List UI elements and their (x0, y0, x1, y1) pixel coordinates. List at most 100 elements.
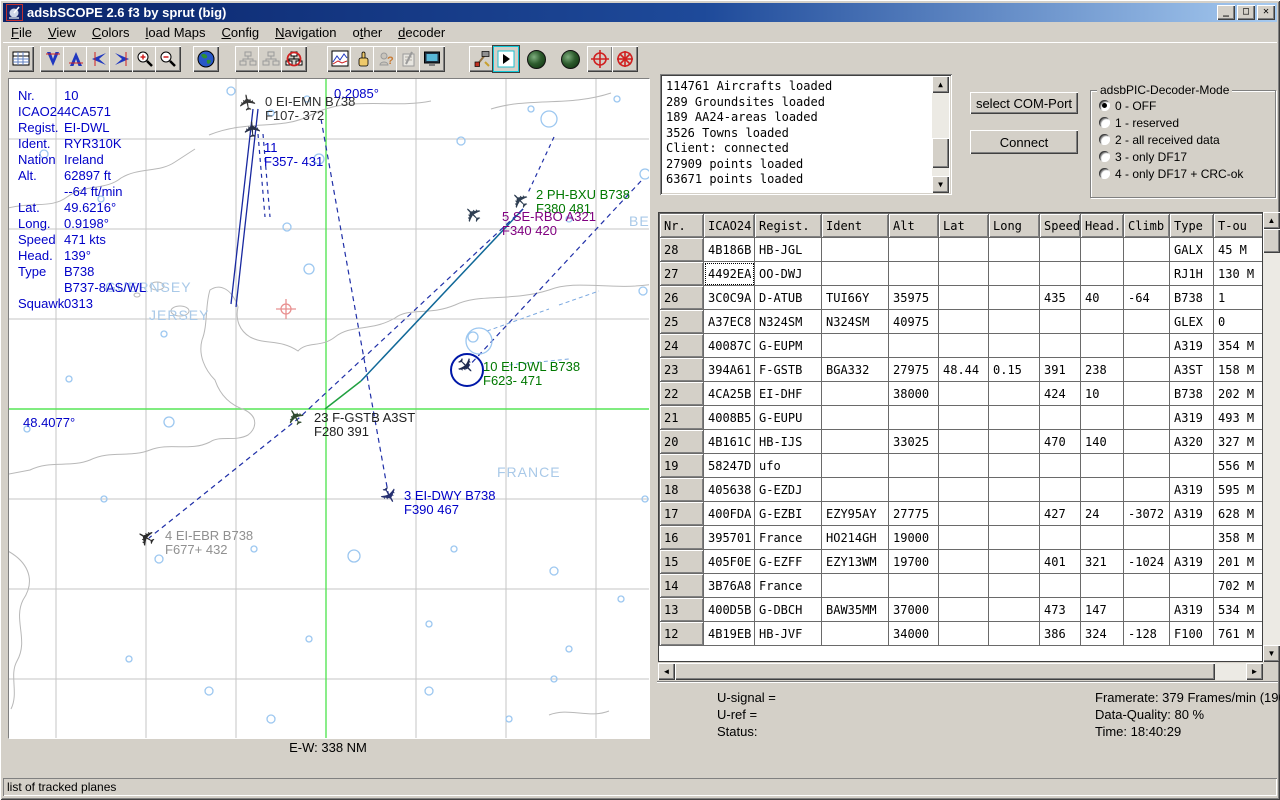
radio-button-icon[interactable] (1099, 100, 1110, 111)
cell[interactable]: 394A61 (704, 358, 755, 382)
cell[interactable]: 40087C (704, 334, 755, 358)
cell[interactable]: 427 (1040, 502, 1081, 526)
table-row[interactable]: 214008B5G-EUPUA319493 M (660, 406, 1264, 430)
cell[interactable]: 595 M (1214, 478, 1264, 502)
log-scroll-up-icon[interactable]: ▲ (932, 76, 949, 93)
cell[interactable]: 0 (1214, 310, 1264, 334)
close-button[interactable]: ✕ (1257, 5, 1275, 20)
monitor-icon[interactable] (419, 46, 445, 72)
cell[interactable] (1124, 334, 1170, 358)
cell[interactable]: 702 M (1214, 574, 1264, 598)
cell[interactable]: 324 (1081, 622, 1124, 646)
column-header[interactable]: Lat (939, 214, 989, 238)
cell[interactable] (1124, 598, 1170, 622)
cell[interactable]: -128 (1124, 622, 1170, 646)
cell[interactable] (1124, 382, 1170, 406)
radio-button-icon[interactable] (1099, 151, 1110, 162)
cell[interactable] (1040, 574, 1081, 598)
cell[interactable] (889, 406, 939, 430)
row-number-cell[interactable]: 12 (660, 622, 704, 646)
cell[interactable] (822, 334, 889, 358)
cell[interactable] (1040, 310, 1081, 334)
cell[interactable] (939, 622, 989, 646)
cell[interactable]: 3B76A8 (704, 574, 755, 598)
cell[interactable]: A319 (1170, 478, 1214, 502)
table-row[interactable]: 2440087CG-EUPMA319354 M (660, 334, 1264, 358)
cell[interactable] (939, 502, 989, 526)
cell[interactable] (989, 478, 1040, 502)
cell[interactable]: OO-DWJ (755, 262, 822, 286)
map-canvas[interactable]: Nr.10ICAO244CA571Regist.EI-DWLIdent.RYR3… (8, 78, 650, 739)
cell[interactable]: G-EZFF (755, 550, 822, 574)
cell[interactable] (939, 286, 989, 310)
table-row[interactable]: 143B76A8France702 M (660, 574, 1264, 598)
cell[interactable]: 38000 (889, 382, 939, 406)
table-row[interactable]: 1958247Dufo556 M (660, 454, 1264, 478)
cell[interactable] (822, 382, 889, 406)
cell[interactable]: GALX (1170, 238, 1214, 262)
cell[interactable] (1124, 574, 1170, 598)
cell[interactable]: 4492EA (704, 262, 755, 286)
cell[interactable] (989, 454, 1040, 478)
cell[interactable]: BAW35MM (822, 598, 889, 622)
cell[interactable] (939, 574, 989, 598)
cell[interactable]: -64 (1124, 286, 1170, 310)
cell[interactable] (1081, 238, 1124, 262)
table-row[interactable]: 25A37EC8N324SMN324SM40975GLEX0 (660, 310, 1264, 334)
table-row[interactable]: 16395701FranceHO214GH19000358 M (660, 526, 1264, 550)
table-hscrollbar[interactable]: ◄ ► (658, 663, 1263, 680)
cell[interactable] (1170, 454, 1214, 478)
cell[interactable]: 395701 (704, 526, 755, 550)
cell[interactable]: 27775 (889, 502, 939, 526)
cell[interactable]: A37EC8 (704, 310, 755, 334)
cell[interactable]: 34000 (889, 622, 939, 646)
cell[interactable]: 0.15 (989, 358, 1040, 382)
decoder-mode-option[interactable]: 2 - all received data (1099, 131, 1243, 148)
tools-icon[interactable] (469, 46, 495, 72)
play-icon[interactable] (493, 46, 519, 72)
cell[interactable] (989, 526, 1040, 550)
cell[interactable]: A320 (1170, 430, 1214, 454)
cell[interactable]: 45 M (1214, 238, 1264, 262)
row-number-cell[interactable]: 18 (660, 478, 704, 502)
column-header[interactable]: Type (1170, 214, 1214, 238)
cell[interactable]: N324SM (755, 310, 822, 334)
menu-navigation[interactable]: Navigation (267, 23, 344, 42)
cell[interactable] (989, 622, 1040, 646)
row-number-cell[interactable]: 15 (660, 550, 704, 574)
cell[interactable] (1040, 478, 1081, 502)
cell[interactable] (822, 430, 889, 454)
table-scroll-up-icon[interactable]: ▲ (1263, 212, 1280, 229)
cell[interactable]: ufo (755, 454, 822, 478)
cell[interactable] (1124, 430, 1170, 454)
cell[interactable] (989, 262, 1040, 286)
table-row[interactable]: 23394A61F-GSTBBGA3322797548.440.15391238… (660, 358, 1264, 382)
cell[interactable] (822, 406, 889, 430)
cell[interactable] (1040, 262, 1081, 286)
row-number-cell[interactable]: 25 (660, 310, 704, 334)
row-number-cell[interactable]: 24 (660, 334, 704, 358)
cell[interactable] (939, 406, 989, 430)
table-row[interactable]: 124B19EBHB-JVF34000386324-128F100761 M (660, 622, 1264, 646)
cell[interactable]: TUI66Y (822, 286, 889, 310)
cell[interactable]: 238 (1081, 358, 1124, 382)
select-com-port-button[interactable]: select COM-Port (970, 92, 1078, 114)
cell[interactable] (1124, 262, 1170, 286)
crosshair-x-icon[interactable] (612, 46, 638, 72)
cell[interactable] (939, 598, 989, 622)
cell[interactable] (989, 502, 1040, 526)
cell[interactable]: 33025 (889, 430, 939, 454)
column-header[interactable]: Climb (1124, 214, 1170, 238)
table-scroll-left-icon[interactable]: ◄ (658, 663, 675, 680)
cell[interactable] (889, 454, 939, 478)
cell[interactable]: 400FDA (704, 502, 755, 526)
cell[interactable]: 424 (1040, 382, 1081, 406)
cell[interactable]: 58247D (704, 454, 755, 478)
row-number-cell[interactable]: 16 (660, 526, 704, 550)
cell[interactable]: A319 (1170, 406, 1214, 430)
cell[interactable] (1081, 574, 1124, 598)
status-log[interactable]: 114761 Aircrafts loaded289 Groundsites l… (660, 74, 952, 195)
minimize-button[interactable]: _ (1217, 5, 1235, 20)
cell[interactable]: N324SM (822, 310, 889, 334)
table-vscroll-thumb[interactable] (1263, 229, 1280, 253)
